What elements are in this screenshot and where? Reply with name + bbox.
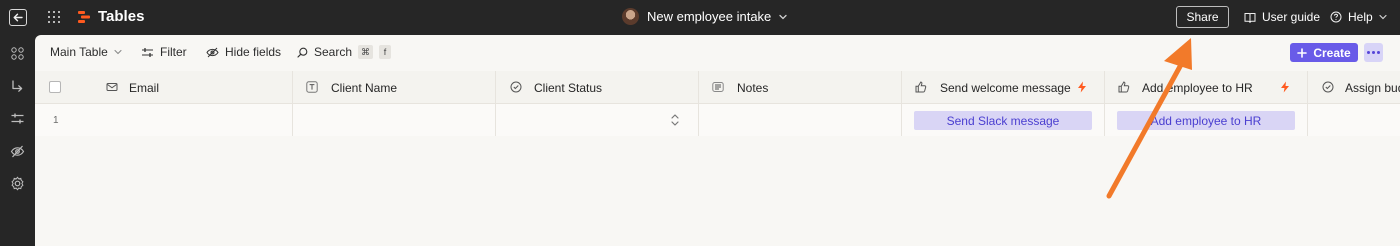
- filter-sliders-icon: [142, 47, 153, 57]
- cell-notes[interactable]: [699, 104, 902, 136]
- arrow-left-icon: [13, 13, 23, 22]
- text-field-icon: [306, 81, 318, 93]
- table-toolbar: Main Table Filter Hide fields Search ⌘ f…: [35, 35, 1400, 70]
- empty-table-area: [35, 136, 1400, 246]
- select-all-checkbox[interactable]: [49, 81, 61, 93]
- long-text-icon: [712, 82, 724, 92]
- cell-email[interactable]: 1: [35, 104, 293, 136]
- envelope-icon: [106, 83, 118, 91]
- add-employee-to-hr-button[interactable]: Add employee to HR: [1117, 111, 1295, 130]
- help-circle-icon: [1330, 11, 1342, 23]
- cell-assign-bud[interactable]: [1308, 104, 1400, 136]
- document-title: New employee intake: [647, 9, 772, 24]
- column-label-add-employee-to-hr: Add employee to HR: [1142, 81, 1253, 95]
- lightning-bolt-icon: [1281, 81, 1289, 93]
- search-button[interactable]: Search ⌘ f: [297, 45, 392, 59]
- column-label-send-welcome-message: Send welcome message: [940, 81, 1071, 95]
- f-key-hint: f: [379, 45, 392, 59]
- main-content: Main Table Filter Hide fields Search ⌘ f…: [35, 35, 1400, 246]
- status-circle-icon: [1322, 81, 1334, 93]
- eye-slash-icon[interactable]: [10, 144, 25, 159]
- command-key-hint: ⌘: [358, 45, 374, 59]
- gear-icon[interactable]: [10, 176, 25, 191]
- data-table: Email Client Name Client Status Notes Se…: [35, 71, 1400, 137]
- left-sidebar: [0, 35, 35, 246]
- automation-arrow-icon[interactable]: [10, 79, 25, 94]
- hide-fields-label: Hide fields: [225, 45, 282, 59]
- app-switcher-grid-icon[interactable]: [48, 11, 60, 23]
- column-label-notes: Notes: [737, 81, 769, 95]
- user-guide-label: User guide: [1262, 10, 1321, 24]
- view-label: Main Table: [50, 45, 108, 59]
- sliders-icon[interactable]: [10, 111, 25, 126]
- plus-icon: [1297, 47, 1308, 58]
- row-number: 1: [53, 115, 59, 126]
- select-chevrons-icon[interactable]: [670, 112, 680, 128]
- search-label: Search: [314, 45, 353, 59]
- chevron-down-icon: [779, 14, 787, 19]
- create-button[interactable]: Create: [1290, 43, 1358, 62]
- cell-client-status[interactable]: [496, 104, 699, 136]
- column-header-notes[interactable]: Notes: [699, 71, 902, 103]
- column-label-client-name: Client Name: [331, 81, 398, 95]
- chevron-down-icon: [1379, 14, 1387, 20]
- thumbs-up-icon: [915, 81, 927, 93]
- thumbs-up-icon: [1118, 81, 1130, 93]
- chevron-down-icon: [114, 49, 122, 55]
- help-menu[interactable]: Help: [1330, 10, 1387, 24]
- cell-add-employee-to-hr: Add employee to HR: [1105, 104, 1308, 136]
- column-header-assign-bud[interactable]: Assign bud: [1308, 71, 1400, 103]
- hide-fields-button[interactable]: Hide fields: [206, 45, 281, 59]
- avatar: [622, 8, 639, 25]
- status-circle-icon: [510, 81, 522, 93]
- help-label: Help: [1348, 10, 1373, 24]
- document-title-switcher[interactable]: New employee intake: [622, 8, 787, 25]
- share-button[interactable]: Share: [1176, 6, 1229, 28]
- table-header-row: Email Client Name Client Status Notes Se…: [35, 71, 1400, 104]
- eye-slash-icon: [206, 47, 219, 57]
- column-header-client-status[interactable]: Client Status: [496, 71, 699, 103]
- create-label: Create: [1313, 45, 1351, 60]
- search-icon: [297, 47, 308, 58]
- app-name: Tables: [98, 8, 145, 25]
- tables-logo-icon: [78, 11, 90, 23]
- table-row: 1 Send Slack message Add employee to HR: [35, 104, 1400, 137]
- view-selector[interactable]: Main Table: [50, 45, 122, 59]
- column-label-email: Email: [129, 81, 160, 95]
- user-guide-link[interactable]: User guide: [1244, 10, 1320, 24]
- column-header-send-welcome-message[interactable]: Send welcome message: [902, 71, 1105, 103]
- top-navigation-bar: Tables New employee intake Share User gu…: [0, 0, 1400, 35]
- back-button[interactable]: [9, 9, 27, 26]
- filter-label: Filter: [160, 45, 187, 59]
- book-icon: [1244, 12, 1256, 23]
- column-label-client-status: Client Status: [534, 81, 603, 95]
- column-header-email[interactable]: Email: [35, 71, 293, 103]
- column-header-add-employee-to-hr[interactable]: Add employee to HR: [1105, 71, 1308, 103]
- column-label-assign-bud: Assign bud: [1345, 81, 1400, 95]
- cell-client-name[interactable]: [293, 104, 496, 136]
- column-header-client-name[interactable]: Client Name: [293, 71, 496, 103]
- cell-send-welcome-message: Send Slack message: [902, 104, 1105, 136]
- more-options-button[interactable]: [1364, 43, 1383, 62]
- apps-icon[interactable]: [10, 46, 25, 61]
- send-slack-message-button[interactable]: Send Slack message: [914, 111, 1092, 130]
- lightning-bolt-icon: [1078, 81, 1086, 93]
- filter-button[interactable]: Filter: [141, 45, 187, 59]
